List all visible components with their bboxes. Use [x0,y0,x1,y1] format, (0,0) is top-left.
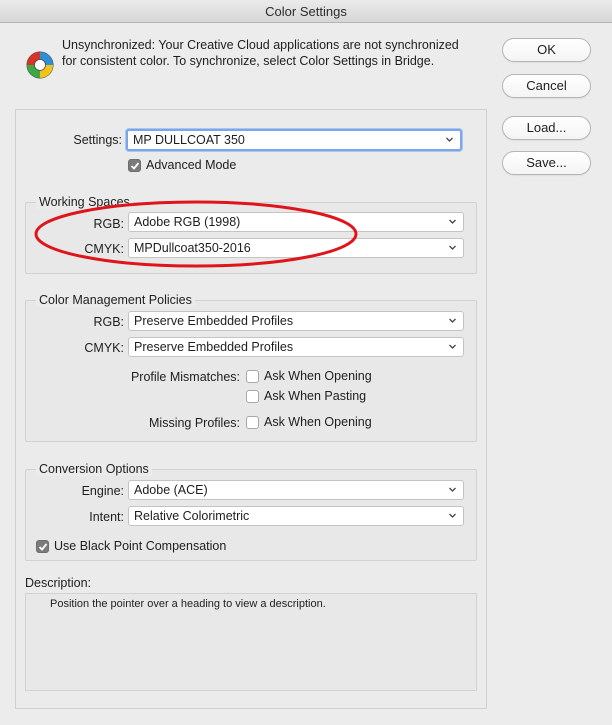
intent-label: Intent: [89,510,124,524]
mismatch-ask-pasting-label: Ask When Pasting [264,389,367,403]
chevron-down-icon [449,487,456,492]
policies-cmyk-dropdown[interactable]: Preserve Embedded Profiles [128,337,464,357]
advanced-mode-checkbox[interactable] [128,159,141,172]
checkmark-icon [130,162,140,170]
window-title: Color Settings [0,0,612,23]
chevron-down-icon [449,219,456,224]
description-text: Position the pointer over a heading to v… [50,598,326,610]
working-rgb-label: RGB: [93,217,124,231]
working-cmyk-label: CMYK: [84,242,124,256]
working-rgb-dropdown[interactable]: Adobe RGB (1998) [128,212,464,232]
mismatch-ask-opening-checkbox[interactable] [246,370,259,383]
checkmark-icon [38,543,48,551]
missing-ask-opening-label: Ask When Opening [264,415,372,429]
black-point-compensation-checkbox[interactable] [36,540,49,553]
working-spaces-title: Working Spaces [36,195,133,209]
description-box: Position the pointer over a heading to v… [25,593,477,691]
settings-dropdown-value: MP DULLCOAT 350 [133,133,245,147]
sync-message-line-1: Unsynchronized: Your Creative Cloud appl… [62,38,459,52]
policies-cmyk-value: Preserve Embedded Profiles [134,340,294,354]
mismatch-ask-pasting-checkbox[interactable] [246,390,259,403]
chevron-down-icon [449,344,456,349]
working-cmyk-dropdown[interactable]: MPDullcoat350-2016 [128,238,464,258]
cancel-button[interactable]: Cancel [502,74,591,98]
policies-rgb-dropdown[interactable]: Preserve Embedded Profiles [128,311,464,331]
chevron-down-icon [449,513,456,518]
chevron-down-icon [449,318,456,323]
intent-value: Relative Colorimetric [134,509,250,523]
policies-rgb-value: Preserve Embedded Profiles [134,314,294,328]
advanced-mode-label: Advanced Mode [146,158,237,172]
engine-dropdown[interactable]: Adobe (ACE) [128,480,464,500]
chevron-down-icon [449,245,456,250]
working-rgb-value: Adobe RGB (1998) [134,215,241,229]
sync-message: Unsynchronized: Your Creative Cloud appl… [62,37,492,69]
policies-cmyk-label: CMYK: [84,341,124,355]
ok-button[interactable]: OK [502,38,591,62]
working-cmyk-value: MPDullcoat350-2016 [134,241,251,255]
black-point-compensation-label: Use Black Point Compensation [54,539,227,553]
engine-label: Engine: [81,484,124,498]
settings-dropdown[interactable]: MP DULLCOAT 350 [126,129,462,151]
engine-value: Adobe (ACE) [134,483,208,497]
description-label: Description: [25,576,91,590]
save-button[interactable]: Save... [502,151,591,175]
policies-title: Color Management Policies [36,293,195,307]
missing-ask-opening-checkbox[interactable] [246,416,259,429]
conversion-title: Conversion Options [36,462,152,476]
color-wheel-icon [26,51,54,79]
sync-message-line-2: for consistent color. To synchronize, se… [62,54,435,68]
chevron-down-icon [446,137,453,142]
settings-label: Settings: [73,133,122,147]
policies-rgb-label: RGB: [93,315,124,329]
mismatch-ask-opening-label: Ask When Opening [264,369,372,383]
missing-profiles-label: Missing Profiles: [149,416,240,430]
load-button[interactable]: Load... [502,116,591,140]
profile-mismatches-label: Profile Mismatches: [130,370,240,384]
intent-dropdown[interactable]: Relative Colorimetric [128,506,464,526]
